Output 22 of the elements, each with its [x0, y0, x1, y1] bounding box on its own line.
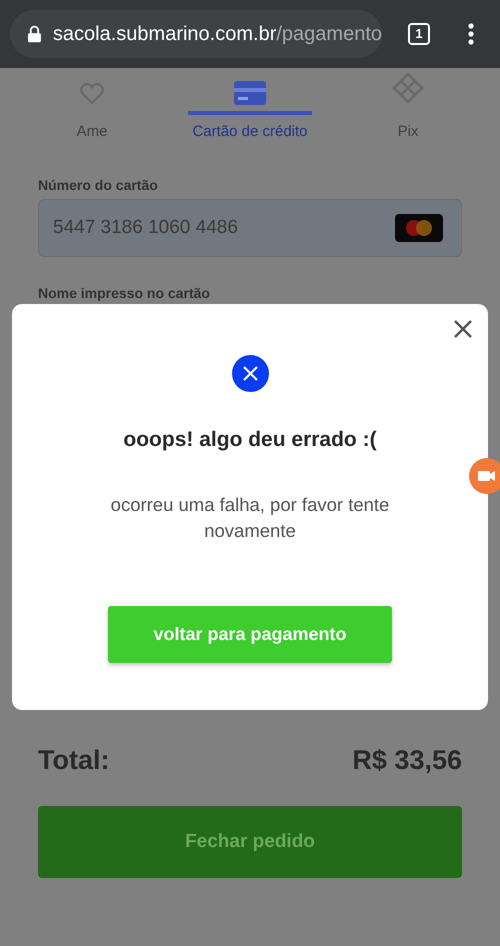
address-bar[interactable]: sacola.submarino.com.br/pagamento: [10, 10, 382, 58]
card-number-field[interactable]: 5447 3186 1060 4486: [38, 199, 462, 257]
url-text: sacola.submarino.com.br/pagamento: [52, 22, 382, 46]
field-label: Número do cartão: [38, 177, 159, 193]
lock-icon: [28, 25, 41, 43]
credit-card-icon: [234, 81, 266, 105]
card-brand-icon: [395, 214, 443, 242]
field-label: Nome impresso no cartão: [38, 285, 211, 301]
dialog-title: ooops! algo deu errado :(: [123, 428, 377, 452]
menu-icon[interactable]: [468, 23, 474, 45]
payment-tab[interactable]: Ame: [76, 123, 108, 140]
checkout-button[interactable]: Fechar pedido: [38, 806, 462, 878]
close-icon[interactable]: [453, 319, 473, 339]
error-icon: [232, 355, 268, 392]
total-label: Total:: [38, 745, 110, 776]
back-to-payment-button[interactable]: voltar para pagamento: [108, 606, 392, 663]
tab-count-button[interactable]: 1: [408, 23, 430, 45]
payment-tab[interactable]: Pix: [398, 123, 418, 140]
payment-tab[interactable]: Cartão de crédito: [192, 123, 308, 140]
video-camera-icon[interactable]: [469, 458, 500, 494]
dialog-message: ocorreu uma falha, por favor tente novamente: [110, 493, 390, 543]
total-amount: R$ 33,56: [352, 745, 462, 776]
